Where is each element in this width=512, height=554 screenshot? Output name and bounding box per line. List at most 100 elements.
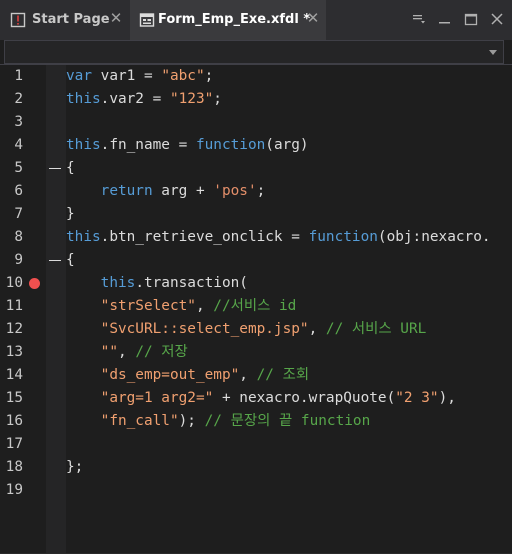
code-line[interactable]: 19 — [0, 479, 512, 502]
line-number: 12 — [5, 321, 23, 337]
tab-start-page[interactable]: Start Page ✕ — [0, 0, 130, 40]
line-number: 1 — [14, 68, 23, 84]
code-token: , — [117, 344, 136, 360]
code-token: // 서비스 URL — [325, 321, 427, 337]
maximize-icon[interactable] — [462, 10, 480, 28]
line-number: 15 — [5, 390, 23, 406]
code-token: ; — [204, 68, 214, 84]
close-icon[interactable]: ✕ — [306, 11, 320, 26]
code-token: .btn_retrieve_onclick = — [100, 229, 309, 245]
code-line[interactable]: 11 "strSelect", //서비스 id — [0, 295, 512, 318]
code-line[interactable]: 4 this.fn_name = function(arg) — [0, 134, 512, 157]
code-line[interactable]: 8 this.btn_retrieve_onclick = function(ob… — [0, 226, 512, 249]
code-text: } — [66, 203, 75, 226]
code-token: arg + — [152, 183, 214, 199]
code-token: this — [100, 275, 136, 291]
code-token: this — [66, 229, 101, 245]
fold-marker-icon[interactable] — [49, 168, 61, 169]
code-token: (arg) — [265, 137, 309, 153]
line-number: 14 — [5, 367, 23, 383]
code-text: "", // 저장 — [66, 341, 188, 364]
code-line[interactable]: 18}; — [0, 456, 512, 479]
code-text: this.transaction( — [66, 272, 248, 295]
minimize-icon[interactable] — [436, 10, 454, 28]
code-line[interactable]: 14 "ds_emp=out_emp", // 조회 — [0, 364, 512, 387]
code-line[interactable]: 1 var var1 = "abc"; — [0, 65, 512, 88]
code-line[interactable]: 15 "arg=1 arg2=" + nexacro.wrapQuote("2 … — [0, 387, 512, 410]
code-token: "abc" — [161, 68, 205, 84]
code-text: { — [66, 249, 75, 272]
code-token: this — [66, 91, 101, 107]
code-token: // 문장의 끝 function — [204, 413, 371, 429]
form-file-icon — [139, 13, 155, 27]
chevron-down-icon[interactable] — [489, 50, 497, 55]
code-token: .fn_name = — [100, 137, 196, 153]
tab-form-emp-exe[interactable]: Form_Emp_Exe.xfdl * ✕ — [130, 0, 326, 40]
code-token: return — [100, 183, 153, 199]
code-text: "strSelect", //서비스 id — [66, 295, 297, 318]
line-number: 3 — [14, 114, 23, 130]
code-line[interactable]: 5{ — [0, 157, 512, 180]
dropdown-menu-icon[interactable] — [410, 10, 428, 28]
line-number: 8 — [14, 229, 23, 245]
line-number: 13 — [5, 344, 23, 360]
code-text: "ds_emp=out_emp", // 조회 — [66, 364, 309, 387]
code-line[interactable]: 7} — [0, 203, 512, 226]
code-token: ), — [438, 390, 456, 406]
code-line[interactable]: 2 this.var2 = "123"; — [0, 88, 512, 111]
line-number: 10 — [5, 275, 23, 291]
code-editor[interactable]: 1 var var1 = "abc"; 2 this.var2 = "123"; 3 4 t… — [0, 64, 512, 554]
code-token: + nexacro.wrapQuote( — [213, 390, 396, 406]
code-token: "strSelect" — [100, 298, 196, 314]
code-token: { — [66, 160, 75, 176]
code-text: "fn_call"); // 문장의 끝 function — [66, 410, 371, 433]
code-token: function — [308, 229, 378, 245]
code-line[interactable]: 17 — [0, 433, 512, 456]
code-line[interactable]: 9{ — [0, 249, 512, 272]
start-page-icon — [10, 12, 26, 28]
close-icon[interactable] — [488, 10, 506, 28]
code-token: , — [308, 321, 326, 337]
code-token: var — [66, 68, 92, 84]
code-line[interactable]: 16 "fn_call"); // 문장의 끝 function — [0, 410, 512, 433]
code-text: this.btn_retrieve_onclick = function(obj… — [66, 226, 491, 249]
code-line[interactable]: 3 — [0, 111, 512, 134]
code-token: // 조회 — [256, 367, 310, 383]
code-token: // 저장 — [135, 344, 188, 360]
code-token: "ds_emp=out_emp" — [100, 367, 240, 383]
window-controls — [410, 10, 506, 30]
code-token: "" — [100, 344, 118, 360]
line-number: 6 — [14, 183, 23, 199]
member-selector-dropdown[interactable] — [4, 40, 504, 64]
code-line[interactable]: 6 return arg + 'pos'; — [0, 180, 512, 203]
code-token: "arg=1 arg2=" — [100, 390, 214, 406]
close-icon[interactable]: ✕ — [109, 11, 123, 26]
code-token: "123" — [169, 91, 214, 107]
code-token: (obj:nexacro. — [377, 229, 491, 245]
code-text: this.fn_name = function(arg) — [66, 134, 309, 157]
fold-marker-icon[interactable] — [49, 260, 61, 261]
code-token: { — [66, 252, 75, 268]
code-text: var var1 = "abc"; — [66, 65, 213, 88]
line-number: 4 — [14, 137, 23, 153]
code-text: }; — [66, 456, 83, 479]
code-line[interactable]: 12 "SvcURL::select_emp.jsp", // 서비스 URL — [0, 318, 512, 341]
code-line[interactable]: 13 "", // 저장 — [0, 341, 512, 364]
breakpoint-icon[interactable] — [29, 278, 40, 289]
tab-strip: Start Page ✕ Form_Emp_Exe.xfdl * ✕ — [0, 0, 512, 40]
line-number: 9 — [14, 252, 23, 268]
line-number: 2 — [14, 91, 23, 107]
code-line[interactable]: 10 this.transaction( — [0, 272, 512, 295]
code-token: } — [66, 206, 75, 222]
tab-form-emp-exe-label: Form_Emp_Exe.xfdl * — [158, 12, 311, 27]
code-token: "2 3" — [395, 390, 439, 406]
code-token: ; — [213, 91, 222, 107]
code-token: "SvcURL::select_emp.jsp" — [100, 321, 309, 337]
code-token: ); — [178, 413, 205, 429]
code-token: 'pos' — [213, 183, 257, 199]
line-number: 19 — [5, 482, 23, 498]
code-token: function — [195, 137, 266, 153]
